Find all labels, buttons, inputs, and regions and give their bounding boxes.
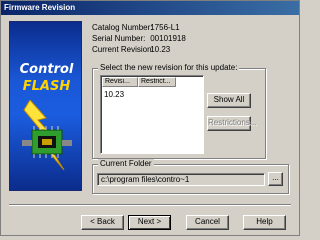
footer-divider	[9, 204, 291, 206]
controlflash-banner: Control FLASH	[9, 21, 82, 191]
browse-folder-label: ...	[272, 173, 279, 182]
revision-listbox[interactable]: Revisi... Restrict... 10.23	[100, 75, 204, 154]
circuit-board-lightning-icon	[22, 100, 72, 170]
revision-list-header: Revisi... Restrict...	[102, 77, 202, 87]
device-info: Catalog Number: 1756-L1 Serial Number: 0…	[92, 22, 186, 55]
serial-number-label: Serial Number:	[92, 34, 146, 43]
column-header-restrictions[interactable]: Restrict...	[138, 77, 176, 87]
next-label: Next >	[137, 217, 162, 226]
revision-list-item[interactable]: 10.23	[104, 90, 124, 99]
column-header-revision[interactable]: Revisi...	[102, 77, 138, 87]
back-button[interactable]: < Back	[81, 215, 124, 230]
catalog-number-value: 1756-L1	[150, 23, 180, 32]
restrictions-button[interactable]: Restrictions...	[207, 116, 256, 131]
show-all-button[interactable]: Show All	[207, 93, 251, 108]
cancel-button[interactable]: Cancel	[186, 215, 229, 230]
brand-name-control: Control	[19, 62, 74, 77]
show-all-label: Show All	[213, 95, 245, 104]
help-button[interactable]: Help	[243, 215, 286, 230]
current-revision-row: Current Revision: 10.23	[92, 44, 186, 55]
current-revision-value: 10.23	[150, 45, 171, 54]
serial-number-value: 00101918	[150, 34, 186, 43]
catalog-number-row: Catalog Number: 1756-L1	[92, 22, 186, 33]
title-bar: Firmware Revision	[1, 1, 299, 15]
firmware-revision-dialog: Firmware Revision Control FLASH Catalog …	[0, 0, 300, 236]
help-label: Help	[256, 217, 273, 226]
current-folder-field[interactable]: c:\program files\contro~1	[97, 173, 265, 186]
current-folder-group-title: Current Folder	[98, 159, 154, 168]
restrictions-label: Restrictions...	[208, 118, 257, 127]
current-revision-label: Current Revision:	[92, 45, 154, 54]
catalog-number-label: Catalog Number:	[92, 23, 153, 32]
browse-folder-button[interactable]: ...	[268, 172, 283, 186]
brand-name-flash: FLASH	[22, 79, 71, 94]
next-button[interactable]: Next >	[128, 215, 171, 230]
revision-select-group-title: Select the new revision for this update:	[98, 63, 240, 72]
serial-number-row: Serial Number: 00101918	[92, 33, 186, 44]
window-title: Firmware Revision	[4, 3, 76, 12]
cancel-label: Cancel	[195, 217, 220, 226]
back-label: < Back	[90, 217, 115, 226]
